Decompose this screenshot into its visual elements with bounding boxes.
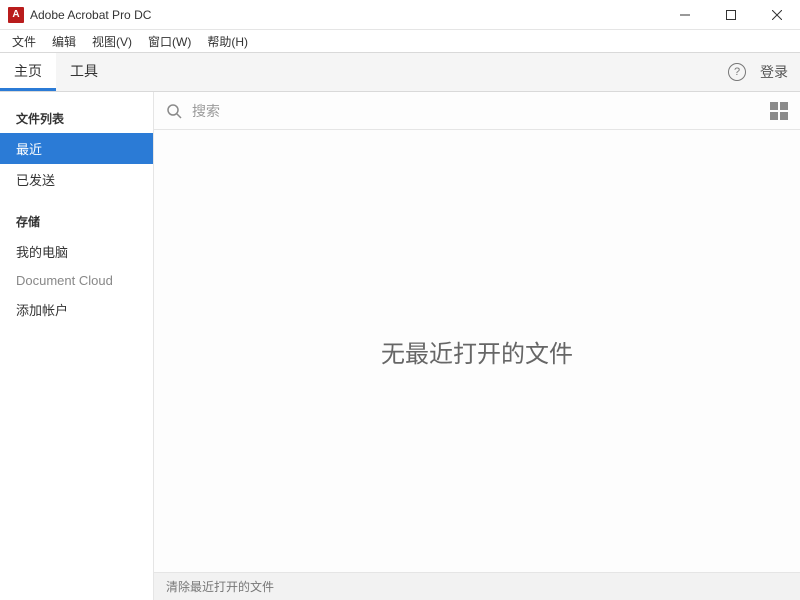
menubar: 文件 编辑 视图(V) 窗口(W) 帮助(H)	[0, 30, 800, 52]
searchbar	[154, 92, 800, 130]
close-button[interactable]	[754, 0, 800, 30]
app-title: Adobe Acrobat Pro DC	[30, 8, 151, 22]
grid-view-button[interactable]	[770, 102, 788, 120]
clear-recent-link[interactable]: 清除最近打开的文件	[166, 578, 274, 595]
body: 文件列表 最近 已发送 存储 我的电脑 Document Cloud 添加帐户 …	[0, 92, 800, 600]
menu-view[interactable]: 视图(V)	[84, 31, 140, 52]
menu-edit[interactable]: 编辑	[44, 31, 84, 52]
tab-home[interactable]: 主页	[0, 53, 56, 91]
maximize-button[interactable]	[708, 0, 754, 30]
empty-state-message: 无最近打开的文件	[381, 334, 573, 369]
content-area: 无最近打开的文件	[154, 130, 800, 572]
menu-file[interactable]: 文件	[4, 31, 44, 52]
close-icon	[772, 10, 782, 20]
sidebar-item-add-account[interactable]: 添加帐户	[0, 294, 153, 325]
footer: 清除最近打开的文件	[154, 572, 800, 600]
app-icon: A	[8, 7, 24, 23]
main: 无最近打开的文件 清除最近打开的文件	[154, 92, 800, 600]
help-icon[interactable]: ?	[728, 63, 746, 81]
sidebar-section-storage: 存储	[0, 205, 153, 236]
menu-help[interactable]: 帮助(H)	[199, 31, 256, 52]
sidebar-item-document-cloud[interactable]: Document Cloud	[0, 267, 153, 294]
titlebar: A Adobe Acrobat Pro DC	[0, 0, 800, 30]
minimize-icon	[680, 10, 690, 20]
sidebar: 文件列表 最近 已发送 存储 我的电脑 Document Cloud 添加帐户	[0, 92, 154, 600]
sidebar-item-sent[interactable]: 已发送	[0, 164, 153, 195]
search-icon	[166, 103, 182, 119]
minimize-button[interactable]	[662, 0, 708, 30]
login-link[interactable]: 登录	[760, 62, 788, 82]
menu-window[interactable]: 窗口(W)	[140, 31, 199, 52]
maximize-icon	[726, 10, 736, 20]
tabbar: 主页 工具 ? 登录	[0, 52, 800, 92]
search-input[interactable]	[192, 103, 760, 119]
sidebar-section-files: 文件列表	[0, 102, 153, 133]
sidebar-item-recent[interactable]: 最近	[0, 133, 153, 164]
tab-tools[interactable]: 工具	[56, 53, 112, 91]
sidebar-item-my-computer[interactable]: 我的电脑	[0, 236, 153, 267]
grid-view-icon	[770, 102, 778, 110]
